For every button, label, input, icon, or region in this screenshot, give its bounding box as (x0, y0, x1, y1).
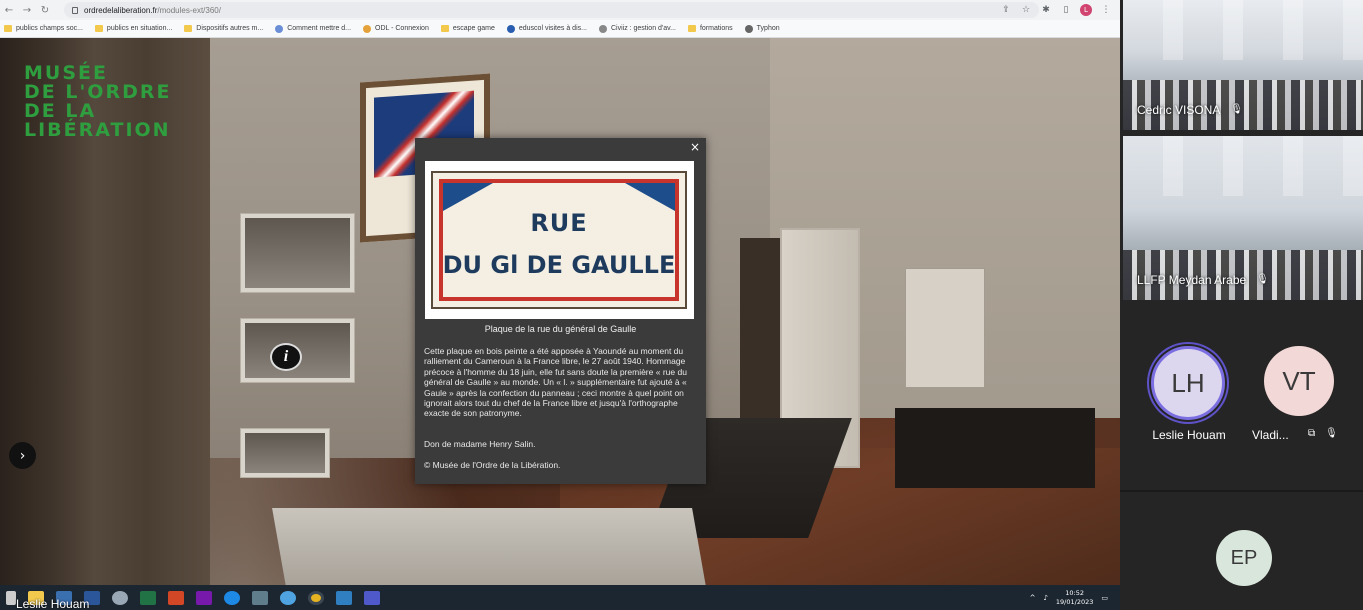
profile-avatar[interactable]: L (1076, 3, 1096, 17)
url-path: /modules-ext/360/ (157, 5, 221, 15)
bookmark-item[interactable]: eduscol visites à dis... (506, 24, 587, 33)
speaker-icon[interactable]: ♪ (1043, 594, 1047, 602)
app-icon[interactable] (280, 590, 296, 605)
modal-donor: Don de madame Henry Salin. (424, 439, 536, 449)
notifications-icon[interactable]: ▭ (1101, 594, 1108, 602)
lock-icon (72, 6, 78, 14)
folder-icon (184, 25, 193, 32)
screen-share-icon: ⧉ (1308, 428, 1316, 439)
site-icon (506, 24, 515, 33)
bookmarks-bar: publics champs soc... publics en situati… (0, 20, 1120, 38)
app-icon[interactable] (112, 590, 128, 605)
presenter-name: Leslie Houam (16, 597, 90, 610)
clock[interactable]: 10:52 19/01/2023 (1056, 589, 1093, 607)
chrome-icon[interactable] (308, 590, 324, 605)
avatar[interactable]: LH (1151, 346, 1225, 420)
menu-icon[interactable]: ⋮ (1096, 3, 1116, 17)
participant-name: LLFP Meydan Arabe (1137, 273, 1247, 287)
display-case (272, 508, 708, 585)
participants-panel: Cedric VISONA 🎙 LLFP Meydan Arabe 🎙 (1120, 0, 1363, 610)
start-icon[interactable] (6, 590, 16, 605)
address-bar[interactable]: ordredelaliberation.fr/modules-ext/360/ (64, 2, 1039, 18)
mic-muted-icon: 🎙 (1230, 104, 1244, 115)
participant-name: Vladi... (1252, 428, 1289, 442)
shared-screen: ← → ↻ ordredelaliberation.fr/modules-ext… (0, 0, 1120, 585)
system-tray: ^ ♪ 10:52 19/01/2023 ▭ (1030, 585, 1108, 610)
modal-copyright: © Musée de l'Ordre de la Libération. (424, 460, 561, 470)
sidepanel-icon[interactable]: ▯ (1056, 3, 1076, 17)
museum-360-viewer[interactable]: MUSÉE DE L'ORDRE DE LA LIBÉRATION i › × … (0, 38, 1120, 585)
share-icon[interactable]: ⇪ (996, 3, 1016, 17)
info-modal: × RUE DU Gl DE GAULLE Plaque de la rue d… (415, 138, 706, 484)
bookmark-item[interactable]: formations (687, 25, 733, 32)
folder-icon (94, 25, 103, 32)
powerpoint-icon[interactable] (168, 590, 184, 605)
mic-muted-icon: 🎙 (1256, 274, 1269, 285)
windows-taskbar: ^ ♪ 10:52 19/01/2023 ▭ (0, 585, 1120, 610)
close-icon[interactable]: × (688, 140, 702, 154)
reload-icon[interactable]: ↻ (36, 1, 54, 19)
folder-icon (440, 25, 449, 32)
plaque-image: RUE DU Gl DE GAULLE (425, 161, 694, 319)
chevron-up-icon[interactable]: ^ (1030, 594, 1036, 602)
site-icon (744, 24, 753, 33)
folder-icon (4, 25, 12, 32)
exhibit-photo (240, 213, 355, 293)
bookmark-item[interactable]: publics champs soc... (4, 25, 83, 32)
site-icon (598, 24, 607, 33)
site-icon (363, 24, 372, 33)
bookmark-item[interactable]: Civiiz : gestion d'av... (598, 24, 676, 33)
participant-name: Leslie Houam (1152, 428, 1226, 442)
info-hotspot-icon[interactable]: i (270, 343, 302, 371)
plaque-text-line2: DU Gl DE GAULLE (442, 251, 676, 279)
avatar[interactable]: VT (1264, 346, 1334, 416)
bookmark-item[interactable]: Comment mettre d... (275, 24, 351, 33)
app-icon[interactable] (336, 590, 352, 605)
mic-icon: 🎙 (1325, 428, 1338, 439)
back-icon[interactable]: ← (0, 1, 18, 19)
extensions-icon[interactable]: ✱ (1036, 3, 1056, 17)
next-arrow-icon[interactable]: › (9, 442, 36, 469)
edge-icon[interactable] (224, 590, 240, 605)
calculator-icon[interactable] (252, 590, 268, 605)
bookmark-item[interactable]: Typhon (744, 24, 780, 33)
forward-icon[interactable]: → (18, 1, 36, 19)
url-host: ordredelaliberation.fr (84, 5, 158, 15)
bookmark-item[interactable]: Dispositifs autres m... (184, 25, 263, 32)
onenote-icon[interactable] (196, 590, 212, 605)
plaque-text-line1: RUE (530, 209, 588, 237)
excel-icon[interactable] (140, 590, 156, 605)
exhibit-panel (905, 268, 985, 388)
modal-description: Cette plaque en bois peinte a été apposé… (424, 346, 687, 419)
video-tile[interactable]: LLFP Meydan Arabe 🎙 (1123, 136, 1363, 300)
avatar[interactable]: EP (1216, 530, 1272, 586)
museum-logo: MUSÉE DE L'ORDRE DE LA LIBÉRATION (24, 62, 172, 141)
bookmark-item[interactable]: escape game (440, 25, 495, 32)
video-tile[interactable]: Cedric VISONA 🎙 (1123, 0, 1363, 130)
teams-icon[interactable] (364, 590, 380, 605)
bookmark-item[interactable]: publics en situation... (94, 25, 172, 32)
folder-icon (687, 25, 696, 32)
star-icon[interactable]: ☆ (1016, 3, 1036, 17)
participant-name: Cedric VISONA (1137, 103, 1221, 117)
browser-toolbar: ← → ↻ ordredelaliberation.fr/modules-ext… (0, 0, 1120, 20)
modal-caption: Plaque de la rue du général de Gaulle (484, 324, 637, 334)
bookmark-item[interactable]: ODL - Connexion (363, 24, 429, 33)
exhibit-photo (240, 428, 330, 478)
site-icon (275, 24, 284, 33)
